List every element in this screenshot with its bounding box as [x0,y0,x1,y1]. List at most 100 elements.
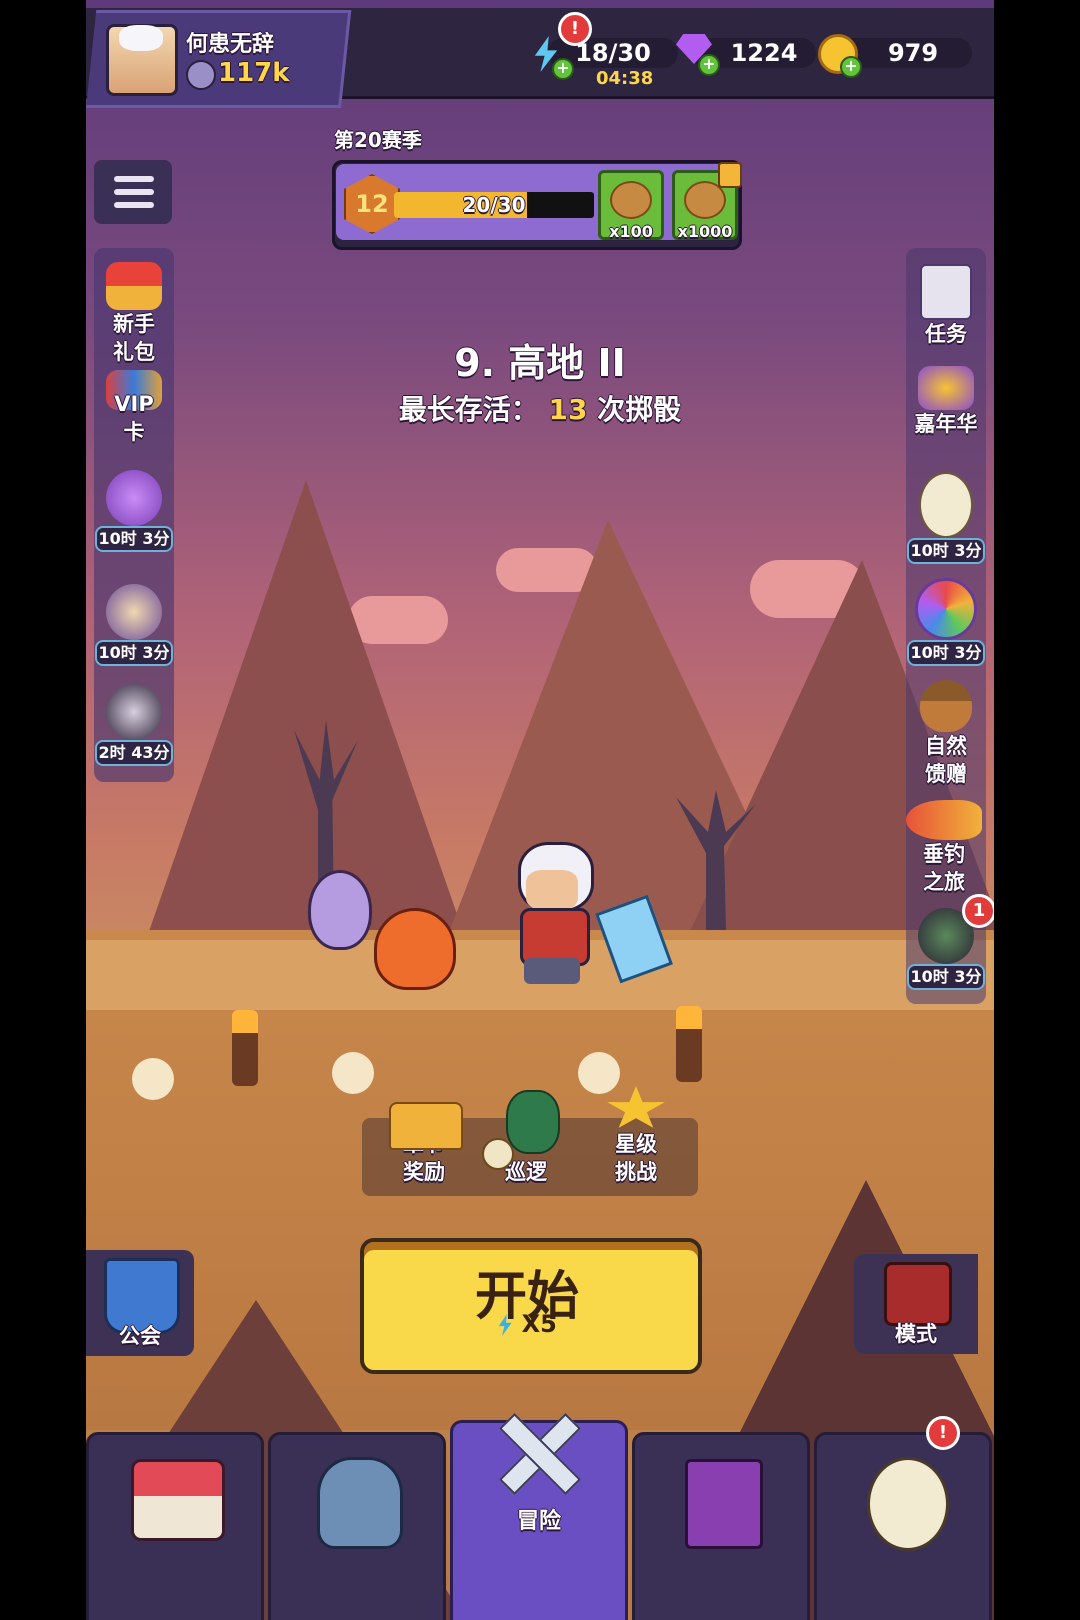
sidebar-label: 之旅 [923,870,965,894]
gift-icon [106,262,162,310]
sidebar-timer: 10时 3分 [907,964,985,990]
coins-value: 979 [887,39,939,67]
coin-add-icon[interactable]: + [818,34,862,78]
guild-button[interactable]: 公会 [86,1250,194,1356]
sidebar-label: 新手 [113,312,155,336]
energy-icon [498,1314,512,1336]
egg-dragon-icon [867,1457,949,1551]
survive-suffix: 次掷骰 [597,393,682,426]
player-name: 何患无辞 [186,32,275,57]
skull-icon [578,1052,620,1094]
hamburger-icon [114,176,154,182]
wheel-icon [915,578,977,640]
notification-badge: 1 [962,894,994,928]
egg-event-button[interactable]: 10时 3分 [906,472,986,564]
nav-tab-shop[interactable] [86,1432,264,1620]
vip-card-button[interactable]: VIP 卡 [94,370,174,446]
skull-icon [132,1058,174,1100]
start-cost: X5 [360,1310,694,1338]
player-avatar[interactable] [106,24,178,96]
newbie-pack-button[interactable]: 新手 礼包 [94,262,174,366]
dark-merchant-icon [106,684,162,740]
torch-icon [676,1006,702,1082]
egg-icon [919,472,973,538]
energy-value: 18/30 [575,39,651,67]
spellbook-icon [685,1459,763,1549]
sidebar-timer: 2时 43分 [95,740,173,766]
acorn-icon [920,680,972,732]
mode-label: 模式 [895,1322,937,1346]
energy-alert-badge: ! [558,12,592,46]
clock-icon [482,1138,514,1170]
stage-title: 9. 高地 II [454,341,626,385]
reward-quantity: x1000 [677,222,733,241]
fish-icon [906,800,982,840]
best-survival: 最长存活： 13 次掷骰 [86,388,994,428]
sidebar-timer: 10时 3分 [907,538,985,564]
nature-gift-button[interactable]: 自然 馈赠 [906,680,986,788]
power-icon [186,60,216,90]
tasks-button[interactable]: 任务 [906,264,986,348]
survive-count: 13 [548,393,588,426]
skull-icon [332,1052,374,1094]
game-screen: 何患无辞 117k 18/30 + 04:38 ! 1224 + 979 + 第… [86,0,994,1620]
sidebar-label: 垂钓 [923,842,965,866]
gems-value: 1224 [730,39,798,67]
dark-merchant-button[interactable]: 2时 43分 [94,684,174,766]
gem-chest-button[interactable]: 10时 3分 [94,470,174,552]
crossed-swords-icon [489,1407,589,1497]
helmet-icon [317,1457,403,1549]
sidebar-timer: 10时 3分 [95,526,173,552]
lock-icon [718,162,742,188]
shop-icon [131,1459,225,1541]
sidebar-label: 嘉年华 [914,412,978,436]
lucky-wheel-button[interactable]: 10时 3分 [906,578,986,666]
guild-label: 公会 [119,1324,161,1348]
chapter-label: 奖励 [403,1160,445,1184]
sidebar-label: 自然 [925,734,967,758]
pets-alert-badge: ! [926,1416,960,1450]
survive-prefix: 最长存活： [398,393,539,426]
fishing-trip-button[interactable]: 垂钓 之旅 [894,800,994,896]
sidebar-timer: 10时 3分 [95,640,173,666]
old-merchant-icon [106,584,162,640]
nav-tab-adventure[interactable]: 冒险 [450,1412,628,1620]
carnival-button[interactable]: 嘉年华 [900,366,992,438]
skull-gate-icon [884,1262,952,1326]
sidebar-label: 礼包 [113,340,155,364]
reward-quantity: x100 [609,222,653,241]
sidebar-label: 馈赠 [925,762,967,786]
carnival-icon [918,366,974,410]
sidebar-label: VIP [114,392,154,416]
patrol-button[interactable]: 巡逻 [476,1090,576,1186]
paw-icon [610,181,652,219]
bottom-nav: 冒险 ! [86,1412,994,1620]
old-merchant-button[interactable]: 10时 3分 [94,584,174,666]
loot-bag-icon [506,1090,560,1154]
sidebar-timer: 10时 3分 [907,640,985,666]
torch-icon [232,1010,258,1086]
hero-character [498,842,602,984]
gem-add-icon[interactable]: + [676,34,720,76]
gem-chest-icon [106,470,162,526]
nav-tab-pets[interactable] [814,1432,992,1620]
bee-pet [308,870,372,950]
chapter-reward-button[interactable]: 章节 奖励 [374,1102,474,1186]
menu-button[interactable] [94,160,172,224]
nav-tab-equipment[interactable] [268,1432,446,1620]
season-progress-text: 20/30 [462,193,526,217]
start-cost-value: X5 [521,1310,557,1338]
player-power: 117k [218,58,290,88]
chapter-label: 星级 [615,1132,657,1156]
mode-button[interactable]: 模式 [854,1254,978,1354]
nav-label-adventure: 冒险 [516,1509,561,1534]
star-challenge-button[interactable]: 星级 挑战 [586,1086,686,1186]
sidebar-label: 任务 [925,322,967,346]
season-label: 第20赛季 [334,128,422,152]
fire-pet [374,908,456,990]
sidebar-label: 卡 [123,420,145,444]
tasks-icon [920,264,972,320]
treasure-chest-icon [389,1102,463,1150]
season-reward-1[interactable]: x100 [598,170,664,241]
nav-tab-spellbook[interactable] [632,1432,810,1620]
